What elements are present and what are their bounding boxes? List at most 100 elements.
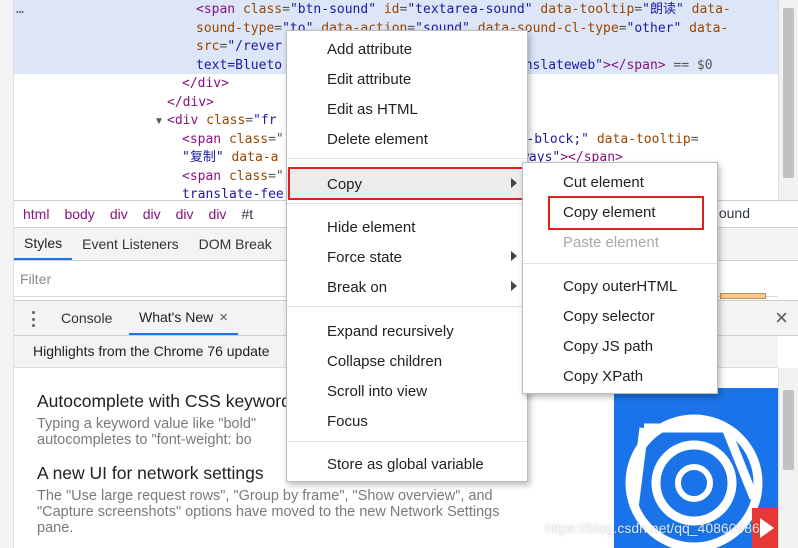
code-token: class (228, 168, 269, 184)
code-token: data-tooltip (589, 131, 691, 147)
menu-item-break-on[interactable]: Break on (287, 272, 527, 302)
styles-filter-input[interactable] (20, 267, 280, 291)
code-token: "fr (253, 113, 277, 128)
code-token: = (274, 20, 283, 36)
code-token: class (206, 113, 246, 128)
code-token: "btn-sound" (289, 2, 377, 17)
highlights-text: Highlights from the Chrome 76 update (33, 343, 270, 359)
menu-item-label: Copy XPath (563, 367, 644, 385)
code-token: text=Blueto (196, 57, 283, 73)
tab-whats-new[interactable]: What's New × (129, 301, 239, 335)
menu-item-label: Force state (327, 248, 403, 266)
menu-item-label: Expand recursively (327, 322, 454, 340)
dom-line-6[interactable]: <div class="fr (167, 112, 277, 131)
menu-separator (287, 203, 527, 204)
menu-item-store-as-global-variable[interactable]: Store as global variable (287, 449, 527, 479)
menu-item-copy-selector[interactable]: Copy selector (523, 301, 717, 331)
feature-desc-line: The "Use large request rows", "Group by … (37, 488, 493, 504)
left-gutter (0, 0, 14, 548)
submenu-arrow-icon (511, 281, 517, 291)
menu-item-label: Copy selector (563, 307, 655, 325)
tab-styles[interactable]: Styles (14, 228, 73, 260)
menu-separator (523, 263, 717, 264)
menu-item-copy-js-path[interactable]: Copy JS path (523, 331, 717, 361)
code-token: "textarea-sound" (407, 2, 533, 17)
code-token: id (376, 2, 400, 17)
feature-heading-css-autocomplete[interactable]: Autocomplete with CSS keyword (37, 391, 291, 412)
node-ellipsis-icon[interactable]: … (16, 2, 25, 17)
menu-item-add-attribute[interactable]: Add attribute (287, 34, 527, 64)
menu-separator (287, 158, 527, 159)
scrollbar-thumb[interactable] (783, 390, 794, 470)
menu-item-delete-element[interactable]: Delete element (287, 124, 527, 154)
feature-desc-line: Typing a keyword value like "bold" (37, 416, 257, 432)
menu-item-force-state[interactable]: Force state (287, 242, 527, 272)
close-drawer-icon[interactable]: × (775, 306, 788, 330)
code-token: data- (683, 2, 731, 17)
dom-line-2[interactable]: src="/rever (196, 38, 282, 57)
menu-item-label: Add attribute (327, 40, 413, 58)
menu-item-expand-recursively[interactable]: Expand recursively (287, 316, 527, 346)
dom-line-5[interactable]: </div> (167, 94, 214, 113)
watermark-text: https://blog.csdn.net/qq_40860986 (545, 520, 760, 536)
menu-item-label: Hide element (327, 218, 416, 236)
menu-item-label: Edit attribute (327, 70, 412, 88)
menu-item-collapse-children[interactable]: Collapse children (287, 346, 527, 376)
close-tab-icon[interactable]: × (219, 309, 228, 326)
menu-item-label: Paste element (563, 233, 659, 251)
code-token: src (196, 39, 220, 54)
elements-scrollbar[interactable] (778, 0, 798, 200)
code-token: </div> (182, 76, 229, 91)
menu-item-label: Break on (327, 278, 388, 296)
expand-triangle-icon[interactable]: ▼ (154, 116, 164, 127)
breadcrumb-div-1[interactable]: div (110, 206, 128, 222)
context-menu: Add attribute Edit attribute Edit as HTM… (286, 30, 528, 482)
code-token: "other" (626, 20, 682, 36)
drawer-menu-icon[interactable] (30, 309, 36, 329)
menu-item-edit-as-html[interactable]: Edit as HTML (287, 94, 527, 124)
drawer-scrollbar[interactable] (778, 368, 798, 548)
feature-desc-line: autocompletes to "font-weight: bo (37, 432, 252, 448)
breadcrumb-tail[interactable]: ound (719, 205, 750, 221)
menu-item-scroll-into-view[interactable]: Scroll into view (287, 376, 527, 406)
code-token: = (618, 20, 627, 36)
submenu-arrow-icon (511, 251, 517, 261)
menu-item-label: Scroll into view (327, 382, 428, 400)
menu-separator (287, 306, 527, 307)
menu-item-edit-attribute[interactable]: Edit attribute (287, 64, 527, 94)
tab-console[interactable]: Console (61, 301, 112, 335)
code-token: = (282, 2, 290, 17)
menu-item-label: Focus (327, 412, 368, 430)
breadcrumb-div-3[interactable]: div (176, 206, 194, 222)
menu-item-copy-xpath[interactable]: Copy XPath (523, 361, 717, 391)
menu-item-focus[interactable]: Focus (287, 406, 527, 436)
breadcrumb-html[interactable]: html (23, 206, 49, 222)
menu-item-label: Copy outerHTML (563, 277, 678, 295)
tab-dom-breakpoints[interactable]: DOM Break (189, 228, 282, 260)
code-token: </div> (167, 94, 214, 110)
menu-item-hide-element[interactable]: Hide element (287, 212, 527, 242)
tab-event-listeners[interactable]: Event Listeners (72, 228, 189, 260)
breadcrumb-id[interactable]: #t (241, 206, 253, 222)
menu-item-copy-outerhtml[interactable]: Copy outerHTML (523, 271, 717, 301)
menu-separator (287, 441, 527, 442)
code-token: <span (196, 2, 243, 17)
code-token: =" (268, 168, 284, 184)
menu-item-cut-element[interactable]: Cut element (523, 167, 717, 197)
code-token: "/rever (227, 39, 283, 54)
dom-line-0[interactable]: <span class="btn-sound" id="textarea-sou… (196, 1, 731, 20)
feature-desc-line: pane. (37, 520, 74, 536)
feature-heading-network-settings[interactable]: A new UI for network settings (37, 463, 264, 484)
breadcrumb-div-4[interactable]: div (209, 206, 227, 222)
breadcrumb-div-2[interactable]: div (143, 206, 161, 222)
copy-element-highlight-box (548, 196, 704, 230)
scrollbar-thumb[interactable] (783, 8, 794, 178)
code-token: = (245, 113, 254, 128)
box-model-preview (720, 293, 766, 299)
breadcrumb-body[interactable]: body (64, 206, 94, 222)
code-token: data-a (223, 150, 279, 165)
dom-line-4[interactable]: </div> (182, 75, 229, 94)
menu-item-label: Cut element (563, 173, 644, 191)
code-token: ></span> (603, 57, 666, 73)
feature-desc-line: "Capture screenshots" options have moved… (37, 504, 500, 520)
